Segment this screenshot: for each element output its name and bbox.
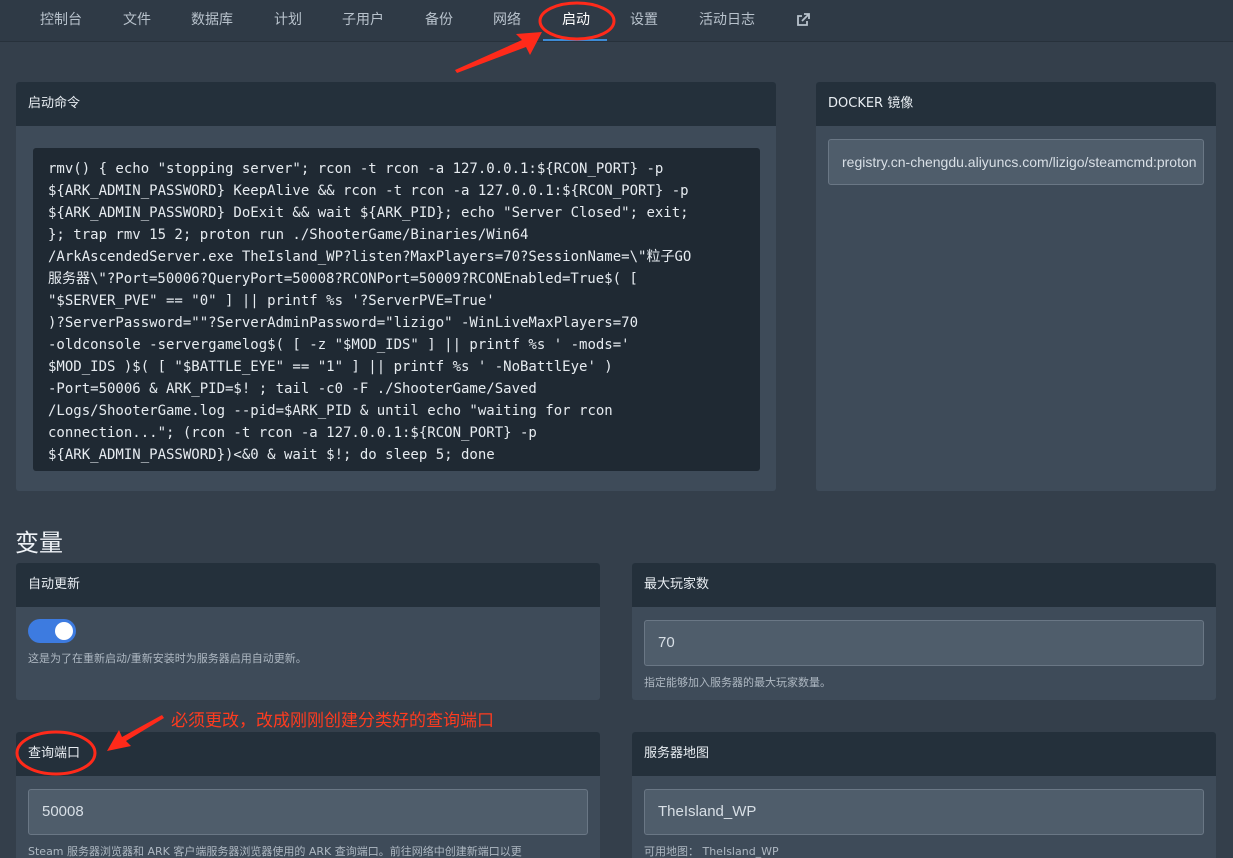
max-players-title: 最大玩家数 [632, 563, 1216, 607]
nav-files[interactable]: 文件 [123, 0, 151, 42]
docker-image-panel: DOCKER 镜像 registry.cn-chengdu.aliyuncs.c… [816, 82, 1216, 491]
auto-update-helper: 这是为了在重新启动/重新安装时为服务器启用自动更新。 [28, 652, 307, 665]
variables-title: 变量 [15, 529, 63, 557]
code-line: ${ARK_ADMIN_PASSWORD})<&0 & wait $!; do … [48, 447, 495, 463]
code-line: ${ARK_ADMIN_PASSWORD} DoExit && wait ${A… [48, 205, 689, 221]
max-players-input[interactable]: 70 [644, 620, 1204, 666]
code-line: -Port=50006 & ARK_PID=$! ; tail -c0 -F .… [48, 381, 537, 397]
nav-backups[interactable]: 备份 [425, 0, 453, 42]
nav-databases[interactable]: 数据库 [191, 0, 233, 42]
server-map-input[interactable]: TheIsland_WP [644, 789, 1204, 835]
query-port-input[interactable]: 50008 [28, 789, 588, 835]
server-map-helper: 可用地图： TheIsland_WP [644, 845, 779, 858]
active-tab-indicator [543, 39, 607, 41]
code-line: "$SERVER_PVE" == "0" ] || printf %s '?Se… [48, 293, 495, 309]
startup-command-panel: 启动命令 rmv() { echo "stopping server"; rco… [16, 82, 776, 491]
nav-settings[interactable]: 设置 [630, 0, 658, 42]
code-line: $MOD_IDS )$( [ "$BATTLE_EYE" == "1" ] ||… [48, 359, 613, 375]
toggle-knob [55, 622, 73, 640]
auto-update-toggle[interactable] [28, 619, 76, 643]
code-line: 服务器\"?Port=50006?QueryPort=50008?RCONPor… [48, 271, 638, 287]
code-line: /ArkAscendedServer.exe TheIsland_WP?list… [48, 249, 692, 265]
code-line: /Logs/ShooterGame.log --pid=$ARK_PID & u… [48, 403, 613, 419]
query-port-panel: 查询端口 50008 Steam 服务器浏览器和 ARK 客户端服务器浏览器使用… [16, 732, 600, 858]
external-link-icon[interactable] [795, 12, 811, 28]
nav-schedules[interactable]: 计划 [274, 0, 302, 42]
nav-activity-log[interactable]: 活动日志 [699, 0, 755, 42]
startup-command-title: 启动命令 [16, 82, 776, 126]
nav-startup[interactable]: 启动 [562, 0, 590, 42]
code-line: }; trap rmv 15 2; proton run ./ShooterGa… [48, 227, 529, 243]
auto-update-title: 自动更新 [16, 563, 600, 607]
startup-command-code: rmv() { echo "stopping server"; rcon -t … [33, 148, 760, 471]
auto-update-panel: 自动更新 这是为了在重新启动/重新安装时为服务器启用自动更新。 [16, 563, 600, 700]
query-port-title: 查询端口 [16, 732, 600, 776]
code-line: ${ARK_ADMIN_PASSWORD} KeepAlive && rcon … [48, 183, 689, 199]
nav-subusers[interactable]: 子用户 [342, 0, 384, 42]
top-navigation: 控制台 文件 数据库 计划 子用户 备份 网络 启动 设置 活动日志 [0, 0, 1233, 42]
nav-console[interactable]: 控制台 [40, 0, 82, 42]
docker-image-title: DOCKER 镜像 [816, 82, 1216, 126]
nav-network[interactable]: 网络 [493, 0, 521, 42]
max-players-panel: 最大玩家数 70 指定能够加入服务器的最大玩家数量。 [632, 563, 1216, 700]
code-line: connection..."; (rcon -t rcon -a 127.0.0… [48, 425, 537, 441]
code-line: rmv() { echo "stopping server"; rcon -t … [48, 161, 664, 177]
query-port-helper: Steam 服务器浏览器和 ARK 客户端服务器浏览器使用的 ARK 查询端口。… [28, 845, 522, 858]
code-line: )?ServerPassword=""?ServerAdminPassword=… [48, 315, 639, 331]
server-map-title: 服务器地图 [632, 732, 1216, 776]
server-map-panel: 服务器地图 TheIsland_WP 可用地图： TheIsland_WP [632, 732, 1216, 858]
annotation-text: 必须更改，改成刚刚创建分类好的查询端口 [171, 711, 494, 731]
docker-image-field[interactable]: registry.cn-chengdu.aliyuncs.com/lizigo/… [828, 139, 1204, 185]
code-line: -oldconsole -servergamelog$( [ -z "$MOD_… [48, 337, 630, 353]
max-players-helper: 指定能够加入服务器的最大玩家数量。 [644, 676, 831, 689]
